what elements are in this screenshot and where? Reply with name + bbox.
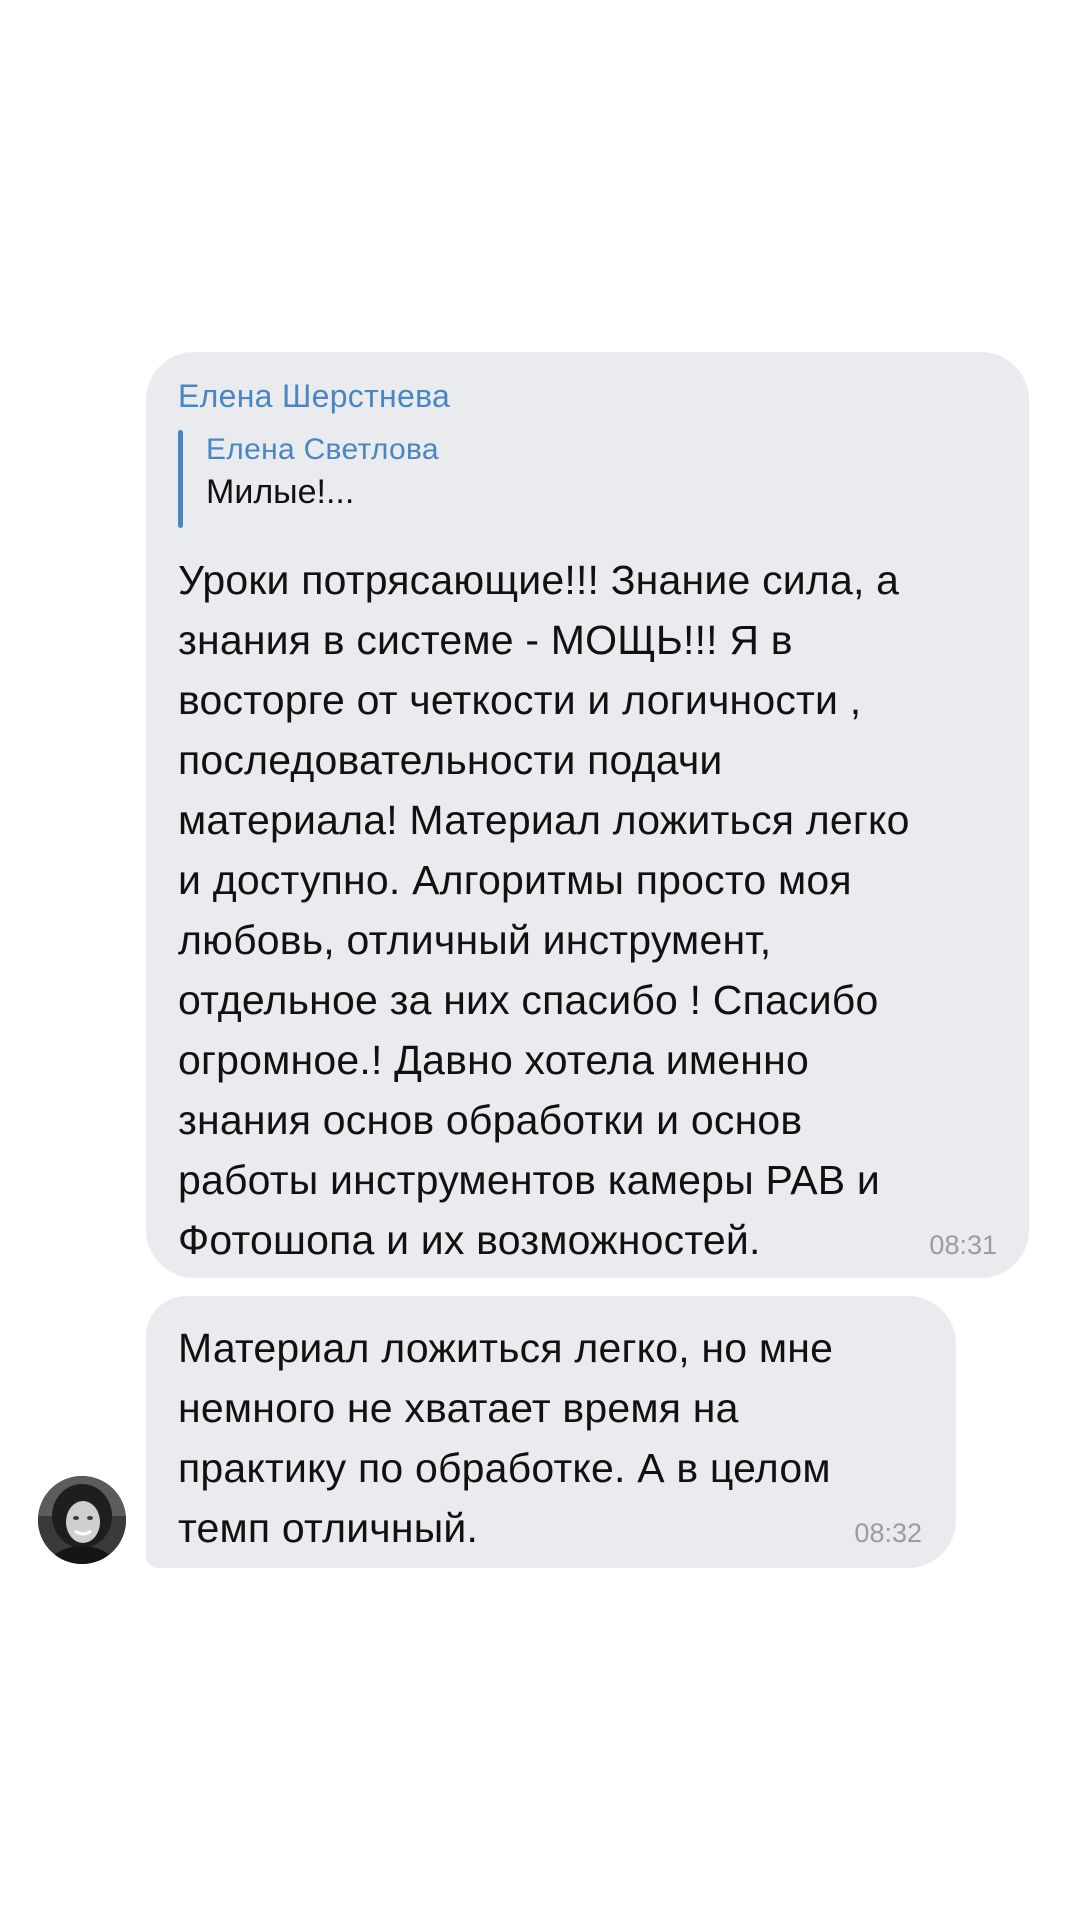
avatar[interactable] (38, 1476, 126, 1564)
message-bubble[interactable]: Елена Шерстнева Елена Светлова Милые!...… (146, 352, 1029, 1278)
message-time: 08:32 (854, 1518, 922, 1548)
reply-sender-name: Елена Светлова (206, 433, 439, 466)
reply-text: Милые!... (206, 473, 355, 511)
reply-bar (178, 430, 183, 528)
message-bubble[interactable]: Материал ложиться легко, но мне немного … (146, 1296, 956, 1568)
chat-view: Елена Шерстнева Елена Светлова Милые!...… (0, 0, 1080, 1920)
reply-quote[interactable]: Елена Светлова Милые!... (178, 430, 997, 528)
message-text: Уроки потрясающие!!! Знание сила, а знан… (178, 557, 910, 1263)
user-photo-avatar-icon (38, 1476, 126, 1564)
sender-name[interactable]: Елена Шерстнева (178, 376, 997, 416)
message-time: 08:31 (929, 1230, 997, 1260)
